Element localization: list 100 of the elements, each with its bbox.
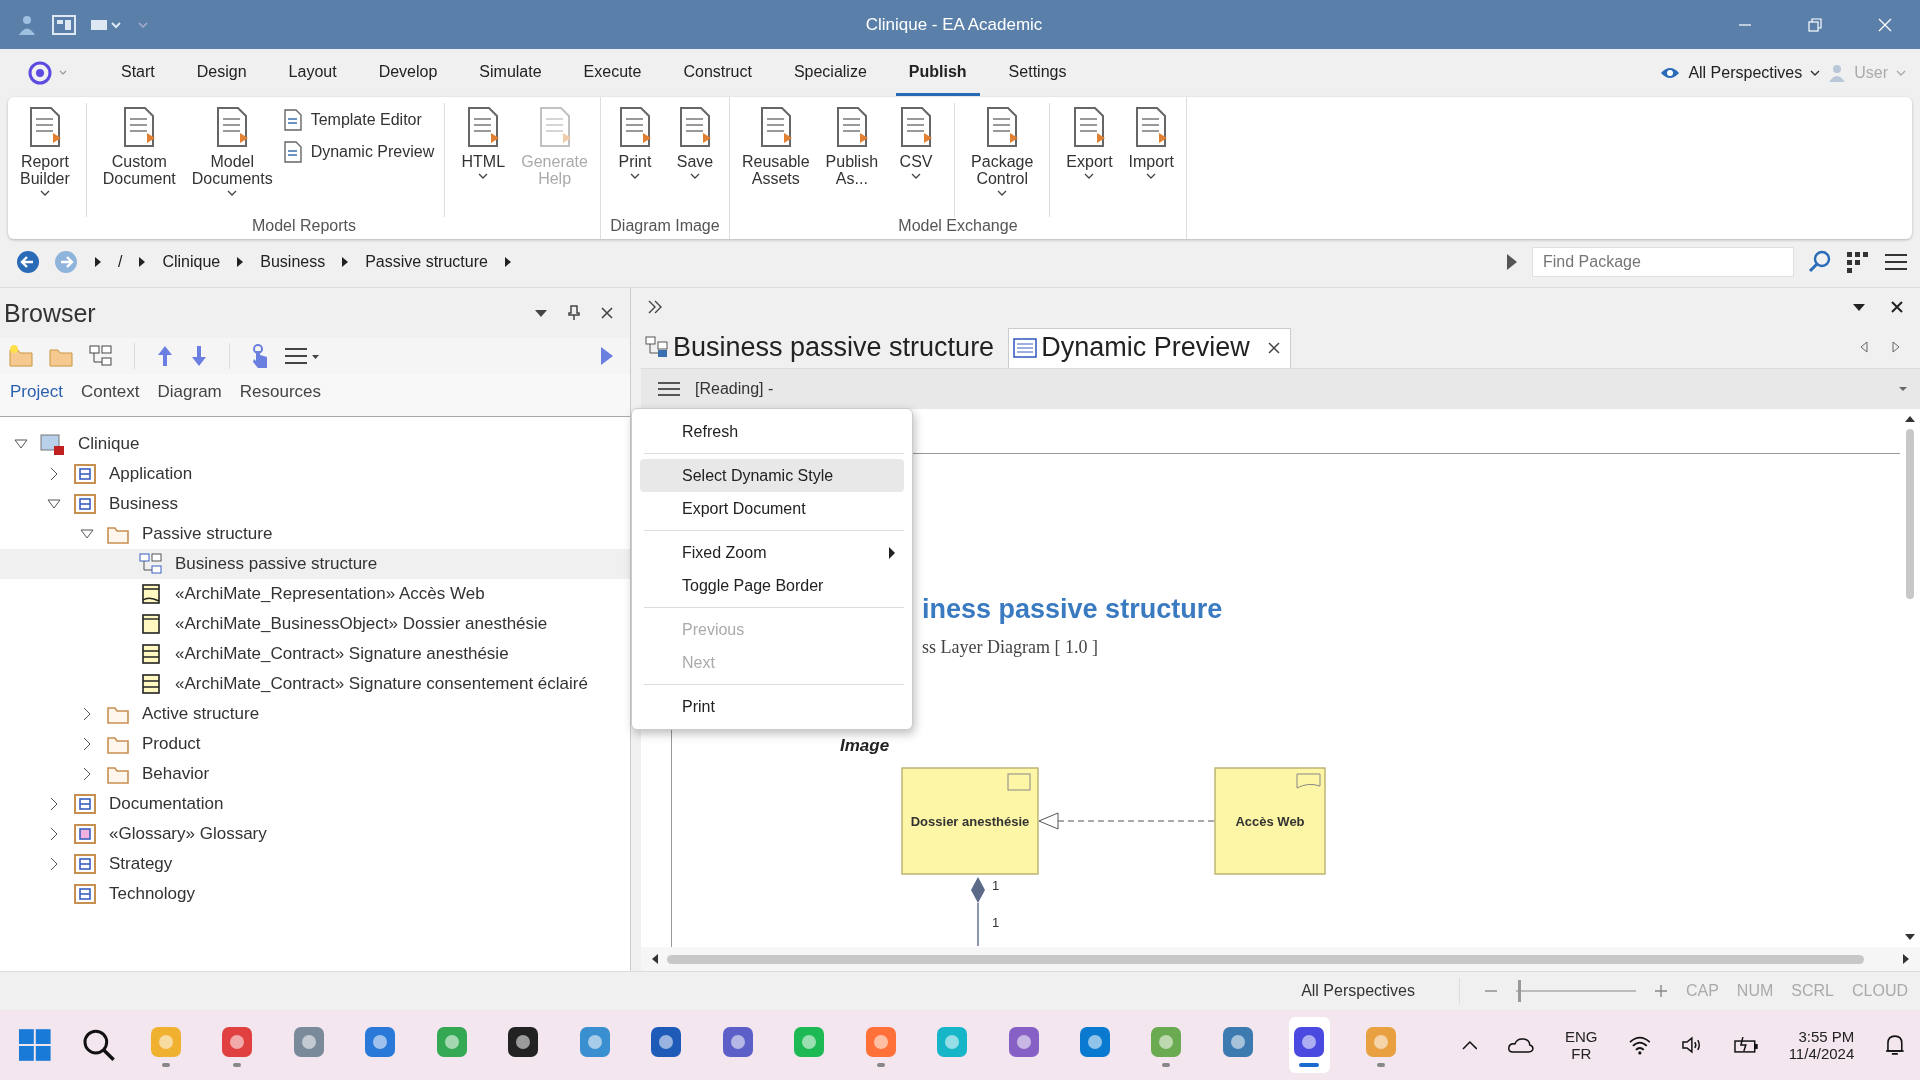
scroll-right-icon[interactable] xyxy=(1902,953,1910,965)
window-layout-icon[interactable] xyxy=(52,13,76,36)
chevron-icon[interactable] xyxy=(341,256,350,268)
browser-tab[interactable]: Context xyxy=(80,382,140,402)
breadcrumb-item[interactable]: Business xyxy=(260,253,326,271)
document-tab[interactable]: Business passive structure xyxy=(641,328,1005,368)
tree-item[interactable]: Behavior xyxy=(0,759,630,789)
ribbon-button[interactable]: Import xyxy=(1122,103,1180,182)
grid-icon[interactable] xyxy=(1846,251,1870,273)
breadcrumb-item[interactable]: Clinique xyxy=(162,253,221,271)
tree-item[interactable]: «ArchiMate_Representation» Accès Web xyxy=(0,579,630,609)
eye-icon[interactable] xyxy=(1660,66,1681,80)
windows-start-icon[interactable] xyxy=(18,1028,52,1062)
ribbon-button[interactable]: Save xyxy=(666,103,723,182)
app-logo-icon[interactable] xyxy=(28,61,68,85)
play-icon[interactable] xyxy=(600,346,614,366)
tree-item[interactable]: Documentation xyxy=(0,789,630,819)
expand-icon[interactable] xyxy=(49,857,59,871)
perspectives-menu[interactable]: All Perspectives xyxy=(1688,64,1803,82)
browser-tab[interactable]: Diagram xyxy=(157,382,222,402)
tree-item[interactable]: Business passive structure xyxy=(0,549,630,579)
scroll-up-icon[interactable] xyxy=(1904,415,1916,423)
menu-tab[interactable]: Develop xyxy=(365,50,451,96)
menu-item[interactable]: Select Dynamic Style xyxy=(640,459,904,492)
ribbon-button[interactable]: Dynamic Preview xyxy=(282,141,435,163)
tree-item[interactable]: «Glossary» Glossary xyxy=(0,819,630,849)
tree-item[interactable]: Product xyxy=(0,729,630,759)
double-chevron-icon[interactable] xyxy=(647,300,663,314)
browser-tab[interactable]: Project xyxy=(10,382,63,402)
expand-icon[interactable] xyxy=(82,767,92,781)
menu-item[interactable]: Refresh xyxy=(640,415,904,448)
menu-item[interactable]: Fixed Zoom xyxy=(640,536,904,569)
ribbon-button[interactable]: Template Editor xyxy=(282,109,435,131)
scroll-down-icon[interactable] xyxy=(1904,933,1916,941)
ribbon-button[interactable]: Report Builder xyxy=(14,103,76,199)
language-indicator[interactable]: ENG FR xyxy=(1565,1028,1598,1062)
cloud-icon[interactable] xyxy=(1507,1036,1536,1054)
tree-item[interactable]: «ArchiMate_BusinessObject» Dossier anesthésie xyxy=(0,609,630,639)
ribbon-button[interactable]: Custom Document xyxy=(96,103,182,189)
menu-tab[interactable]: Start xyxy=(108,50,168,96)
play-icon[interactable] xyxy=(1506,253,1518,271)
dropdown-icon[interactable] xyxy=(534,308,548,318)
arrow-up-icon[interactable] xyxy=(155,344,175,368)
menu-tab[interactable]: Settings xyxy=(995,50,1080,96)
close-icon[interactable] xyxy=(1890,300,1904,314)
hand-pointer-icon[interactable] xyxy=(250,343,270,369)
pin-icon[interactable] xyxy=(568,305,580,321)
ribbon-button[interactable]: Export xyxy=(1060,103,1119,182)
tree-item[interactable]: Passive structure xyxy=(0,519,630,549)
close-icon[interactable] xyxy=(600,306,614,320)
tree-item[interactable]: Application xyxy=(0,459,630,489)
menu-tab[interactable]: Construct xyxy=(670,50,765,96)
tree-item[interactable]: Active structure xyxy=(0,699,630,729)
expand-icon[interactable] xyxy=(49,467,59,481)
menu-icon[interactable] xyxy=(1884,253,1908,271)
menu-tab[interactable]: Simulate xyxy=(466,50,555,96)
chevron-icon[interactable] xyxy=(94,256,102,268)
chevron-up-icon[interactable] xyxy=(1461,1040,1478,1050)
collapse-icon[interactable] xyxy=(14,439,28,449)
menu-tab[interactable]: Specialize xyxy=(780,50,880,96)
volume-icon[interactable] xyxy=(1681,1035,1703,1055)
menu-item[interactable]: Print xyxy=(640,690,904,723)
expand-icon[interactable] xyxy=(49,797,59,811)
menu-icon[interactable] xyxy=(657,381,681,397)
menu-tab[interactable]: Layout xyxy=(275,50,350,96)
menu-icon[interactable] xyxy=(284,346,320,366)
tree-item[interactable]: «ArchiMate_Contract» Signature anesthésie xyxy=(0,639,630,669)
find-package-field[interactable]: Find Package xyxy=(1532,247,1794,277)
menu-item[interactable]: Export Document xyxy=(640,492,904,525)
chevron-icon[interactable] xyxy=(138,256,147,268)
ribbon-button[interactable]: Package Control xyxy=(965,103,1040,199)
expand-icon[interactable] xyxy=(49,827,59,841)
menu-tab[interactable]: Execute xyxy=(570,50,655,96)
menu-item[interactable]: Toggle Page Border xyxy=(640,569,904,602)
restore-icon[interactable] xyxy=(1808,17,1822,32)
battery-icon[interactable] xyxy=(1732,1035,1759,1055)
ribbon-button[interactable]: Publish As... xyxy=(819,103,885,189)
browser-tab[interactable]: Resources xyxy=(239,382,322,402)
scrollbar-thumb[interactable] xyxy=(1906,429,1914,599)
expand-icon[interactable] xyxy=(82,707,92,721)
chevron-icon[interactable] xyxy=(503,256,512,268)
clock[interactable]: 3:55 PM 11/4/2024 xyxy=(1788,1028,1855,1062)
ribbon-button[interactable]: HTML xyxy=(455,103,512,182)
tree-item[interactable]: Technology xyxy=(0,879,630,909)
breadcrumb-item[interactable]: Passive structure xyxy=(365,253,488,271)
tree-item[interactable]: Strategy xyxy=(0,849,630,879)
ribbon-button[interactable]: Print xyxy=(606,103,663,182)
document-tab[interactable]: Dynamic Preview xyxy=(1008,328,1291,368)
tree-item[interactable]: «ArchiMate_Contract» Signature consentement éclairé xyxy=(0,669,630,699)
dropdown-icon[interactable] xyxy=(1852,302,1866,312)
taskbar-app-icon[interactable] xyxy=(1288,1017,1331,1073)
scrollbar-thumb[interactable] xyxy=(667,954,1864,964)
tree-item[interactable]: Business xyxy=(0,489,630,519)
search-icon[interactable] xyxy=(81,1028,116,1062)
tree-item[interactable]: Clinique xyxy=(0,429,630,459)
close-icon[interactable] xyxy=(1267,341,1280,354)
zoom-slider-thumb[interactable] xyxy=(1518,980,1522,1002)
ribbon-button[interactable]: Reusable Assets xyxy=(735,103,816,189)
breadcrumb-item[interactable]: / xyxy=(118,253,123,271)
scroll-left-icon[interactable] xyxy=(651,953,659,965)
